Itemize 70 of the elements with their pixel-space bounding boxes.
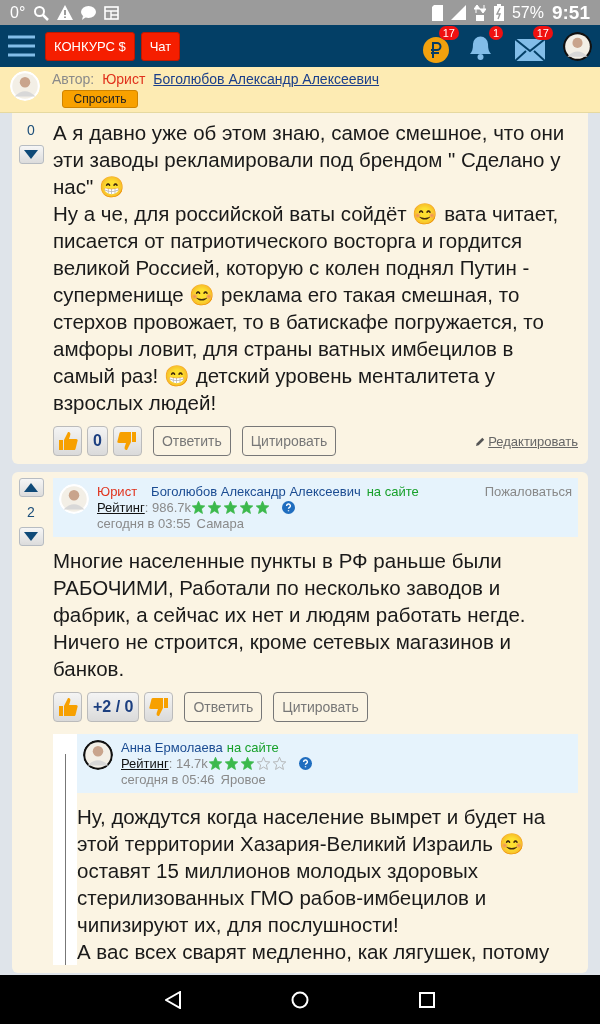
- vote-score: +2 / 0: [87, 692, 140, 722]
- downvote-button[interactable]: [18, 527, 44, 546]
- temperature: 0°: [10, 3, 26, 22]
- comment-text: Ну, дождутся когда население вымрет и будет на этой территории Хазария-Великий Израиль 😊 оставят 15 миллионов молодых здоровых стерилизованных ГМО рабов-имбецилов и чипизируют их, для послушности!: [77, 804, 547, 938]
- comment-text: Ну а че, для российской ваты сойдёт 😊 вата читает, писается от патриотического восторга и гордится великой Россией, которую с колен поднял Путин - суперменище 😊 реклама его такая смешная, то стерхов провожает, то в батискафе погружается, то амфоры ловит, для страны ватных имбецилов в самый раз! 😁 детский уровень менталитета у взрослых людей!: [53, 201, 560, 416]
- rating-link[interactable]: Рейтинг: [121, 756, 169, 771]
- chat-bubble-icon: [81, 5, 97, 20]
- comment-text: А я давно уже об этом знаю, самое смешное, что они эти заводы рекламировали под брендом " Сделано у нас" 😁: [53, 120, 566, 200]
- thumbs-up-icon: [56, 696, 79, 718]
- online-status: на сайте: [226, 740, 279, 755]
- avatar: [59, 484, 89, 514]
- ask-button[interactable]: Спросить: [62, 90, 138, 108]
- home-icon[interactable]: [291, 990, 309, 1009]
- rating-link[interactable]: Рейтинг: [97, 500, 145, 515]
- search-icon: [33, 4, 50, 21]
- reply-button[interactable]: Ответить: [184, 692, 263, 722]
- battery-percent: 57%: [511, 3, 544, 22]
- notification-badge: 1: [488, 26, 503, 40]
- author-role: Юрист: [102, 71, 146, 87]
- author-name[interactable]: Боголюбов Александр Алексеевич: [151, 484, 361, 499]
- author-role: Юрист: [97, 484, 138, 499]
- menu-icon[interactable]: [8, 35, 35, 57]
- post-date: сегодня в 03:55: [97, 516, 191, 531]
- author-city: Яровое: [220, 772, 266, 787]
- author-label: Автор:: [52, 71, 95, 87]
- reply-button[interactable]: Ответить: [152, 426, 231, 456]
- thumbs-up-icon: [56, 430, 79, 452]
- post-date: сегодня в 05:46: [121, 772, 215, 787]
- warning-icon: [57, 5, 74, 20]
- sim-icon: [431, 4, 443, 21]
- help-icon: [298, 757, 312, 770]
- pencil-icon: [475, 435, 487, 447]
- avatar: [10, 71, 40, 101]
- thumbs-down-icon: [116, 430, 139, 452]
- author-city: Самара: [196, 516, 244, 531]
- ruble-coin-icon[interactable]: [423, 37, 449, 63]
- mail-icon[interactable]: [515, 39, 545, 61]
- clock: 9:51: [551, 1, 590, 24]
- author-name[interactable]: Анна Ермолаева: [121, 740, 223, 755]
- upvote-button[interactable]: [18, 478, 44, 497]
- avatar: [83, 740, 113, 770]
- down-arrow-icon: [24, 150, 38, 159]
- notification-badge: 17: [532, 26, 553, 40]
- quote-button[interactable]: Цитировать: [273, 692, 368, 722]
- comment-text: Многие населенные пункты в РФ раньше были РАБОЧИМИ, Работали по несколько заводов и фабрик, а сейчас их нет и людям работать негде. Ничего не строится, кроме сетевых магазинов и банков.: [53, 548, 527, 682]
- down-arrow-icon: [24, 532, 38, 541]
- signal-icon: [450, 5, 466, 20]
- comment-text: А вас всех сварят медленно, как лягушек, потому: [77, 939, 551, 965]
- header-button[interactable]: Чат: [140, 31, 181, 61]
- calendar-icon: [104, 5, 120, 20]
- notification-badge: 17: [438, 26, 459, 40]
- thumbs-down-icon: [148, 696, 170, 718]
- user-avatar: [563, 31, 592, 61]
- author-name-link[interactable]: Боголюбов Александр Алексеевич: [153, 71, 380, 87]
- downvote-button[interactable]: [18, 145, 44, 164]
- quote-button[interactable]: Цитировать: [241, 426, 337, 456]
- rating-value: : 986.7k: [144, 500, 191, 515]
- rating-value: : 14.7k: [168, 756, 208, 771]
- help-icon: [282, 501, 295, 514]
- back-icon[interactable]: [165, 990, 181, 1009]
- report-link[interactable]: Пожаловаться: [484, 484, 572, 499]
- up-arrow-icon: [24, 483, 38, 492]
- header-button[interactable]: КОНКУРС $: [45, 31, 135, 61]
- vote-score: 0: [87, 426, 108, 456]
- recents-icon[interactable]: [419, 991, 435, 1008]
- vote-count: 0: [27, 121, 35, 140]
- edit-link[interactable]: Редактировать: [475, 433, 578, 449]
- online-status: на сайте: [366, 484, 419, 499]
- vote-count: 2: [27, 503, 35, 522]
- battery-icon: [493, 4, 504, 21]
